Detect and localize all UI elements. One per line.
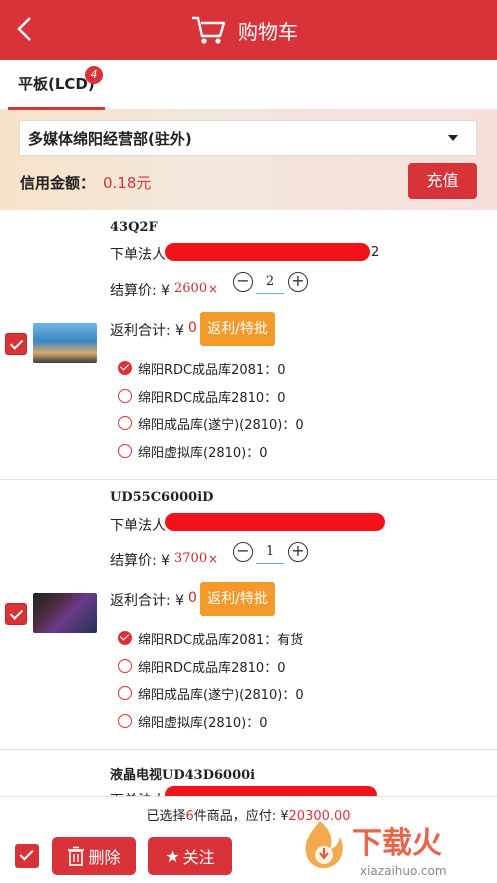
rebate-value: 0 <box>188 590 197 606</box>
radio-checked-icon <box>118 631 132 645</box>
warehouse-option[interactable]: 绵阳RDC成品库2810：0 <box>118 386 285 406</box>
tab-label: 平板(LCD) <box>18 75 95 93</box>
radio-icon <box>118 389 132 403</box>
quantity-field[interactable]: 1 <box>256 544 284 564</box>
page-title: 购物车 <box>238 19 298 44</box>
warehouse-option[interactable]: 绵阳成品库(遂宁)(2810)：0 <box>118 683 304 703</box>
radio-checked-icon <box>118 361 132 375</box>
watermark-text: 下载火 <box>352 826 442 861</box>
product-image <box>33 593 97 633</box>
quantity-increase-button[interactable]: + <box>288 542 308 562</box>
warehouse-label: 绵阳RDC成品库2810：0 <box>138 390 286 406</box>
times-sign: × <box>208 282 219 296</box>
trash-icon <box>68 846 85 866</box>
warehouse-label: 绵阳虚拟库(2810)：0 <box>138 445 268 461</box>
star-icon: ★ <box>165 846 180 866</box>
warehouse-option[interactable]: 绵阳虚拟库(2810)：0 <box>118 441 268 461</box>
warehouse-label: 绵阳RDC成品库2081：有货 <box>138 632 304 648</box>
back-arrow-icon[interactable] <box>14 14 38 44</box>
cart-item: 43Q2F 下单法人 2 结算价: ¥ 2600 × − 2 + 返利合计: ¥… <box>0 210 497 480</box>
settle-price: 3700 <box>174 551 208 566</box>
tab-count-badge: 4 <box>85 66 103 84</box>
radio-icon <box>118 714 132 728</box>
credit-value: 0.18元 <box>103 174 152 192</box>
account-panel: 多媒体绵阳经营部(驻外) 信用金额： 0.18元 充值 <box>0 110 497 210</box>
credit-label: 信用金额： <box>20 174 96 192</box>
product-model: UD55C6000iD <box>110 490 214 505</box>
radio-icon <box>118 659 132 673</box>
cart-item: UD55C6000iD 下单法人 结算价: ¥ 3700 × − 1 + 返利合… <box>0 480 497 750</box>
warehouse-label: 绵阳成品库(遂宁)(2810)：0 <box>138 687 304 703</box>
item-checkbox[interactable] <box>5 603 27 625</box>
radio-icon <box>118 416 132 430</box>
settle-price-label: 结算价: ¥ <box>110 553 171 569</box>
dropdown-arrow-icon <box>448 135 458 141</box>
watermark-logo: 下载火 xiazaihuo.com <box>305 821 447 878</box>
quantity-decrease-button[interactable]: − <box>233 272 253 292</box>
warehouse-label: 绵阳成品库(遂宁)(2810)：0 <box>138 417 304 433</box>
orderer-tail: 2 <box>371 245 380 260</box>
rebate-special-button[interactable]: 返利/特批 <box>200 582 275 616</box>
quantity-field[interactable]: 2 <box>256 274 284 294</box>
top-bar: 购物车 <box>0 0 497 60</box>
warehouse-label: 绵阳RDC成品库2081：0 <box>138 362 286 378</box>
org-select-value: 多媒体绵阳经营部(驻外) <box>28 129 192 148</box>
rebate-value: 0 <box>188 320 197 336</box>
settle-price: 2600 <box>174 281 208 296</box>
follow-button[interactable]: ★ 关注 <box>148 837 232 875</box>
header-title-group: 购物车 <box>190 10 298 50</box>
summary-mid: 件商品，应付: ¥ <box>193 809 289 824</box>
warehouse-option[interactable]: 绵阳成品库(遂宁)(2810)：0 <box>118 413 304 433</box>
delete-label: 删除 <box>88 848 121 867</box>
rebate-label: 返利合计: ¥ <box>110 323 185 339</box>
product-model: 液晶电视UD43D6000i <box>110 768 256 783</box>
warehouse-option[interactable]: 绵阳RDC成品库2081：有货 <box>118 628 303 648</box>
redaction-mark <box>165 243 370 261</box>
recharge-button[interactable]: 充值 <box>408 163 477 199</box>
item-checkbox[interactable] <box>5 333 27 355</box>
category-tabs: 平板(LCD) 4 <box>0 60 497 110</box>
rebate-label: 返利合计: ¥ <box>110 593 185 609</box>
shopping-cart-icon <box>192 16 226 44</box>
orderer-label: 下单法人 <box>110 518 166 534</box>
warehouse-label: 绵阳RDC成品库2810：0 <box>138 660 286 676</box>
settle-price-label: 结算价: ¥ <box>110 283 171 299</box>
quantity-increase-button[interactable]: + <box>288 272 308 292</box>
cart-item: 液晶电视UD43D6000i 下单法人 <box>0 750 497 809</box>
rebate-special-button[interactable]: 返利/特批 <box>200 312 275 346</box>
delete-button[interactable]: 删除 <box>52 837 136 875</box>
org-select[interactable]: 多媒体绵阳经营部(驻外) <box>19 120 477 156</box>
warehouse-label: 绵阳虚拟库(2810)：0 <box>138 715 268 731</box>
select-all-checkbox[interactable] <box>15 844 39 868</box>
quantity-decrease-button[interactable]: − <box>233 542 253 562</box>
orderer-label: 下单法人 <box>110 247 166 263</box>
follow-label: 关注 <box>182 848 215 867</box>
warehouse-option[interactable]: 绵阳RDC成品库2810：0 <box>118 656 285 676</box>
summary-prefix: 已选择 <box>146 809 186 824</box>
selected-count: 6 <box>185 809 194 824</box>
times-sign: × <box>208 552 219 566</box>
watermark-url: xiazaihuo.com <box>360 864 447 878</box>
product-image <box>33 323 97 363</box>
radio-icon <box>118 444 132 458</box>
redaction-mark <box>165 513 385 531</box>
warehouse-option[interactable]: 绵阳RDC成品库2081：0 <box>118 358 285 378</box>
warehouse-option[interactable]: 绵阳虚拟库(2810)：0 <box>118 711 268 731</box>
radio-icon <box>118 686 132 700</box>
product-model: 43Q2F <box>110 220 158 235</box>
